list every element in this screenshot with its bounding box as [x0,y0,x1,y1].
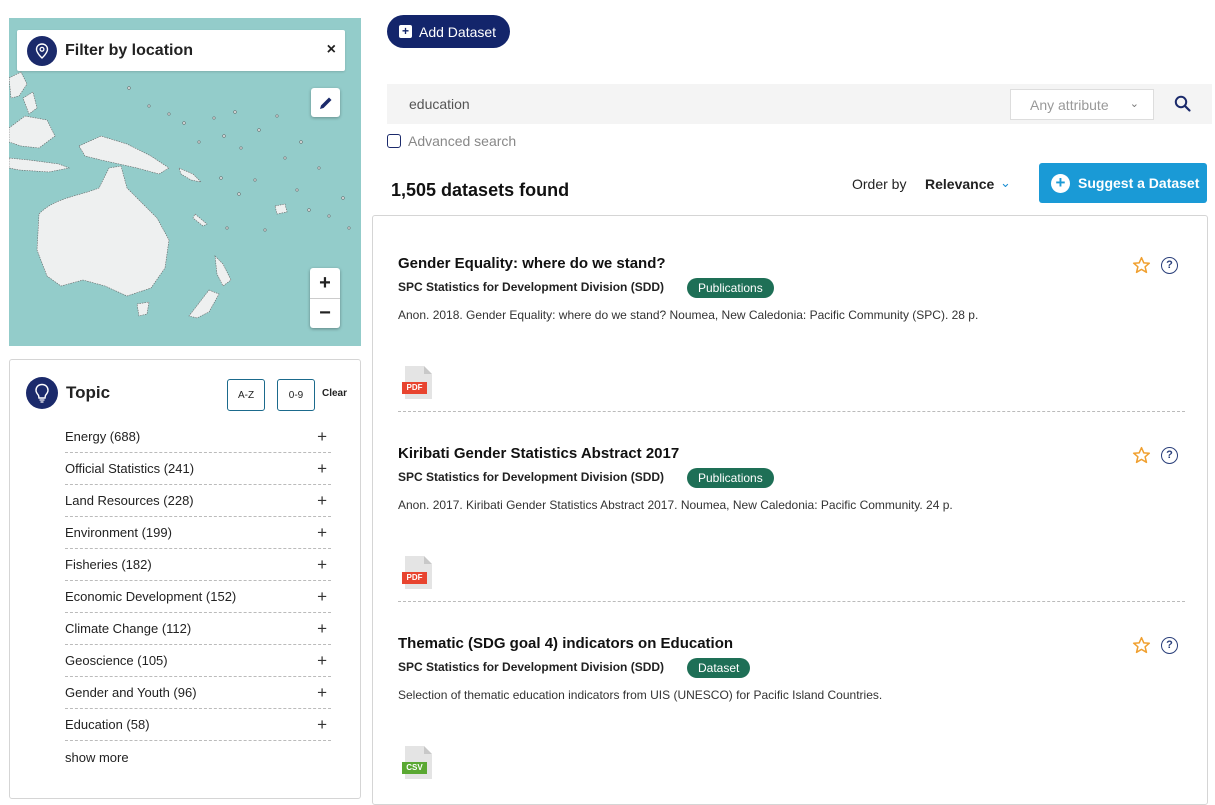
help-icon[interactable]: ? [1161,637,1178,654]
star-icon[interactable] [1132,256,1151,275]
result-title[interactable]: Gender Equality: where do we stand? [398,255,666,272]
chevron-down-icon: ⌄ [1129,98,1139,110]
advanced-search-toggle[interactable]: Advanced search [387,133,516,149]
star-icon[interactable] [1132,636,1151,655]
file-type-label: PDF [402,382,427,394]
plus-icon[interactable]: + [317,459,327,479]
attribute-select-value: Any attribute [1030,96,1109,113]
result-type-badge[interactable]: Publications [687,468,774,488]
add-dataset-label: Add Dataset [419,23,497,40]
topic-item-label: Land Resources (228) [65,493,194,508]
topic-list: Energy (688) + Official Statistics (241) +… [65,421,331,741]
topic-item-label: Education (58) [65,717,150,732]
topic-item[interactable]: Official Statistics (241) + [65,453,331,485]
result-item: Kiribati Gender Statistics Abstract 2017… [398,412,1185,602]
result-organization[interactable]: SPC Statistics for Development Division … [398,660,664,674]
topic-item[interactable]: Fisheries (182) + [65,549,331,581]
sort-az-button[interactable]: A-Z [227,379,265,411]
plus-icon[interactable]: + [317,523,327,543]
advanced-search-checkbox[interactable] [387,134,401,148]
result-description: Anon. 2017. Kiribati Gender Statistics A… [398,498,953,512]
pencil-icon[interactable] [311,88,340,117]
pdf-file-icon[interactable]: PDF [402,556,432,590]
result-item: Thematic (SDG goal 4) indicators on Educ… [398,602,1185,792]
help-icon[interactable]: ? [1161,257,1178,274]
result-organization[interactable]: SPC Statistics for Development Division … [398,280,664,294]
suggest-dataset-label: Suggest a Dataset [1078,175,1200,191]
location-map[interactable]: Filter by location × + − [9,18,361,346]
add-dataset-button[interactable]: + Add Dataset [387,15,511,48]
topic-item-label: Climate Change (112) [65,621,192,636]
csv-file-icon[interactable]: CSV [402,746,432,780]
result-type-badge[interactable]: Dataset [687,658,751,678]
plus-icon[interactable]: + [317,651,327,671]
chevron-down-icon[interactable]: ⌄ [1000,175,1011,191]
result-title[interactable]: Thematic (SDG goal 4) indicators on Educ… [398,635,733,652]
star-icon[interactable] [1132,446,1151,465]
results-count: 1,505 datasets found [391,180,570,200]
topic-facet-panel: Topic A-Z 0-9 Clear Energy (688) + Offici… [9,359,361,799]
plus-square-icon: + [399,25,412,38]
plus-icon[interactable]: + [317,715,327,735]
clear-button[interactable]: Clear [322,388,347,399]
advanced-search-label: Advanced search [408,133,517,149]
result-title[interactable]: Kiribati Gender Statistics Abstract 2017 [398,445,679,462]
search-icon[interactable] [1173,94,1193,114]
result-organization[interactable]: SPC Statistics for Development Division … [398,470,664,484]
help-icon[interactable]: ? [1161,447,1178,464]
topic-item[interactable]: Energy (688) + [65,421,331,453]
plus-icon[interactable]: + [317,555,327,575]
topic-item[interactable]: Economic Development (152) + [65,581,331,613]
close-icon[interactable]: × [327,41,336,59]
order-by-label: Order by [852,176,907,192]
topic-title: Topic [66,383,111,402]
attribute-select[interactable]: Any attribute ⌄ [1010,89,1154,120]
plus-circle-icon: + [1051,173,1070,193]
search-input[interactable] [387,84,1007,124]
suggest-dataset-button[interactable]: + Suggest a Dataset [1039,163,1207,203]
file-type-label: PDF [402,572,427,584]
topic-item[interactable]: Geoscience (105) + [65,645,331,677]
zoom-control: + − [310,268,340,328]
topic-item[interactable]: Gender and Youth (96) + [65,677,331,709]
pdf-file-icon[interactable]: PDF [402,366,432,400]
plus-icon[interactable]: + [317,491,327,511]
result-item: Gender Equality: where do we stand? SPC … [398,222,1185,412]
result-description: Selection of thematic education indicato… [398,688,883,702]
location-pin-icon [27,35,57,66]
search-bar: Any attribute ⌄ [387,84,1212,124]
topic-item-label: Environment (199) [65,525,172,540]
topic-item-label: Geoscience (105) [65,653,168,668]
results-list: Gender Equality: where do we stand? SPC … [372,215,1208,805]
topic-item-label: Official Statistics (241) [65,461,195,476]
topic-item-label: Economic Development (152) [65,589,237,604]
topic-item[interactable]: Land Resources (228) + [65,485,331,517]
map-title: Filter by location [65,41,194,59]
topic-item[interactable]: Environment (199) + [65,517,331,549]
plus-icon[interactable]: + [317,683,327,703]
map-header: Filter by location × [17,30,345,71]
topic-item-label: Fisheries (182) [65,557,152,572]
topic-item[interactable]: Education (58) + [65,709,331,741]
topic-item[interactable]: Climate Change (112) + [65,613,331,645]
sort-09-button[interactable]: 0-9 [277,379,315,411]
plus-icon[interactable]: + [317,619,327,639]
zoom-out-button[interactable]: − [310,298,340,328]
zoom-in-button[interactable]: + [310,268,340,298]
result-type-badge[interactable]: Publications [687,278,774,298]
result-description: Anon. 2018. Gender Equality: where do we… [398,308,979,322]
file-type-label: CSV [402,762,427,774]
show-more-link[interactable]: show more [65,750,129,765]
topic-header: Topic [26,377,110,409]
order-by-select[interactable]: Relevance [925,176,994,192]
plus-icon[interactable]: + [317,587,327,607]
topic-item-label: Energy (688) [65,429,141,444]
lightbulb-icon [26,377,58,409]
plus-icon[interactable]: + [317,427,327,447]
topic-item-label: Gender and Youth (96) [65,685,197,700]
